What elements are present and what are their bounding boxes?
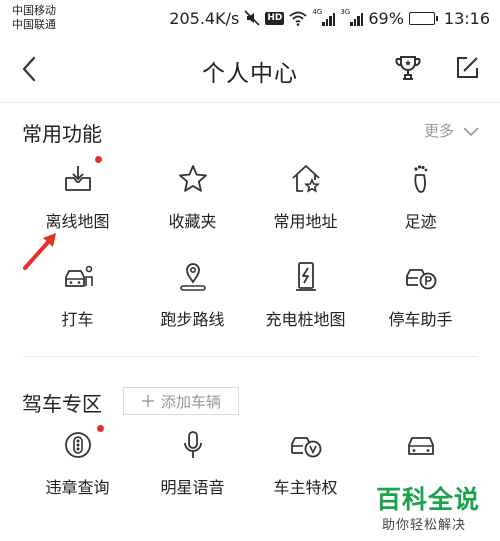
taxi-label: 打车: [61, 310, 94, 329]
status-bar: 中国移动 中国联通 205.4K/s HD 4G 3G 69% 13:16: [0, 0, 500, 36]
battery-percent: 69%: [368, 8, 404, 28]
taxi-icon: [64, 265, 93, 287]
section-divider: [22, 356, 478, 357]
status-indicators: 205.4K/s HD 4G 3G 69% 13:16: [169, 6, 490, 30]
offline-map-label: 离线地图: [45, 212, 110, 231]
add-car-label: 添加车辆: [160, 392, 221, 411]
nav-divider: [0, 102, 500, 103]
edit-icon[interactable]: [453, 54, 481, 82]
common-functions-title: 常用功能: [22, 122, 102, 146]
hd-badge: HD: [265, 11, 285, 25]
offline-map-badge: [95, 156, 102, 163]
mute-icon: [244, 10, 260, 26]
star-icon: [178, 165, 207, 192]
car-item[interactable]: [358, 428, 483, 474]
signal-sim1-icon: 4G: [312, 8, 336, 26]
violation-query-label: 违章查询: [45, 478, 110, 497]
running-route-label: 跑步路线: [160, 310, 225, 329]
violation-query-item[interactable]: 违章查询: [15, 425, 140, 498]
parking-label: 停车助手: [388, 310, 453, 329]
trophy-icon[interactable]: [393, 53, 423, 83]
vip-car-icon: [290, 437, 321, 458]
watermark: 百科全说 助你轻松解决: [370, 478, 496, 538]
car-icon: [407, 437, 434, 455]
clock-time: 13:16: [443, 8, 490, 28]
owner-privilege-item[interactable]: 车主特权: [243, 428, 368, 498]
red-arrow-annotation: [23, 233, 56, 270]
charging-pile-icon: [295, 262, 316, 291]
chevron-down-icon: [463, 126, 479, 136]
offline-map-icon: [64, 166, 91, 191]
add-car-button[interactable]: 添加车辆: [123, 387, 239, 415]
parking-item[interactable]: 停车助手: [358, 260, 483, 330]
star-voice-item[interactable]: 明星语音: [130, 428, 255, 498]
common-address-label: 常用地址: [273, 212, 338, 231]
carrier-1: 中国移动: [12, 4, 56, 17]
running-route-item[interactable]: 跑步路线: [130, 260, 255, 330]
more-label: 更多: [423, 122, 454, 140]
common-address-item[interactable]: 常用地址: [243, 162, 368, 232]
carrier-2: 中国联通: [12, 18, 56, 31]
violation-query-icon: [64, 432, 91, 458]
favorites-item[interactable]: 收藏夹: [130, 162, 255, 232]
parking-icon: [405, 269, 436, 290]
star-voice-label: 明星语音: [160, 478, 225, 497]
violation-query-badge: [97, 425, 104, 432]
owner-privilege-label: 车主特权: [273, 478, 338, 497]
network-speed: 205.4K/s: [169, 8, 240, 28]
footprint-icon: [413, 165, 427, 193]
footprint-label: 足迹: [404, 212, 437, 231]
nav-bar: 个人中心: [0, 36, 500, 102]
favorites-label: 收藏夹: [168, 212, 217, 231]
running-route-icon: [179, 263, 206, 291]
watermark-title: 百科全说: [376, 485, 481, 514]
sim1-network-tag: 4G: [312, 8, 323, 16]
microphone-icon: [183, 431, 202, 458]
footprint-item[interactable]: 足迹: [358, 162, 483, 232]
battery-icon: [408, 11, 438, 25]
charging-pile-label: 充电桩地图: [265, 310, 346, 329]
offline-map-item[interactable]: 离线地图: [15, 156, 140, 232]
wifi-icon: [289, 11, 307, 26]
home-star-icon: [291, 165, 320, 193]
sim2-network-tag: 3G: [340, 8, 351, 16]
watermark-subtitle: 助你轻松解决: [382, 518, 467, 533]
plus-icon: [141, 395, 154, 407]
more-button[interactable]: 更多: [424, 120, 480, 141]
page-title: 个人中心: [202, 61, 298, 87]
signal-sim2-icon: 3G: [340, 8, 364, 26]
driving-zone-title: 驾车专区: [22, 392, 102, 416]
charging-pile-item[interactable]: 充电桩地图: [243, 260, 368, 330]
